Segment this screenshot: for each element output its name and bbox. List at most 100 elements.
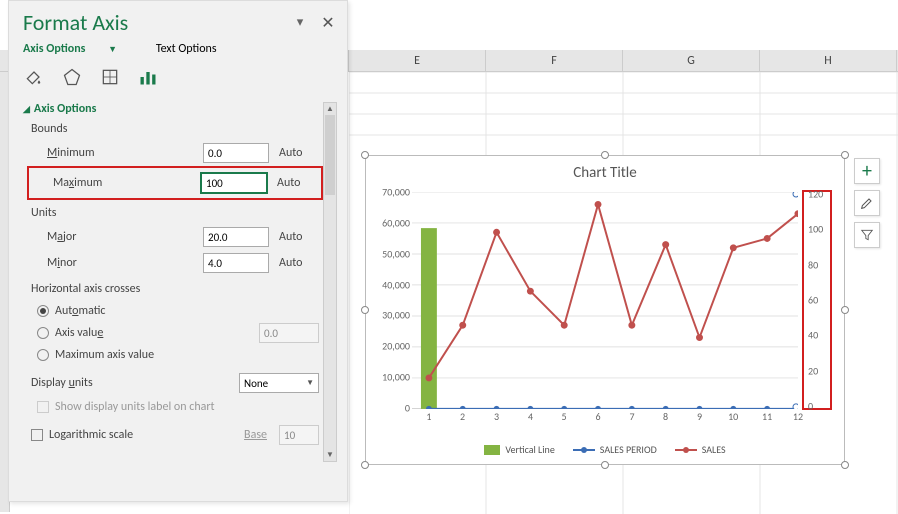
minimum-input[interactable]	[203, 143, 269, 163]
show-units-label-checkbox	[37, 401, 49, 413]
primary-y-axis[interactable]: 70,000 60,000 50,000 40,000 30,000 20,00…	[374, 192, 412, 408]
horizontal-crosses-label: Horizontal axis crosses	[31, 282, 319, 296]
section-axis-options[interactable]: ◢Axis Options	[23, 102, 319, 116]
ytick: 20,000	[382, 340, 410, 353]
xtick: 6	[596, 410, 601, 423]
secondary-y-axis[interactable]: 120 100 80 60 40 20 0	[806, 194, 828, 406]
major-input[interactable]	[203, 227, 269, 247]
axis-value-input	[259, 323, 319, 343]
chart-filters-button[interactable]	[854, 222, 880, 248]
ytick: 30,000	[382, 309, 410, 322]
ytick: 60,000	[382, 216, 410, 229]
effects-pentagon-icon[interactable]	[61, 66, 83, 88]
sales-period-series[interactable]	[426, 406, 798, 409]
resize-handle[interactable]	[601, 461, 609, 469]
minor-label: Minor	[47, 256, 203, 270]
chart-legend[interactable]: Vertical Line SALES PERIOD SALES	[366, 443, 844, 456]
ytick: 50,000	[382, 247, 410, 260]
resize-handle[interactable]	[601, 151, 609, 159]
col-G[interactable]: G	[623, 50, 760, 71]
col-F[interactable]: F	[486, 50, 623, 71]
ytick: 10,000	[382, 371, 410, 384]
radio-max-axis-value[interactable]	[37, 349, 49, 361]
resize-handle[interactable]	[361, 306, 369, 314]
legend-vertical-line[interactable]: Vertical Line	[484, 443, 554, 456]
x-axis[interactable]: 1 2 3 4 5 6 7 8 9 10 11 12	[412, 410, 798, 424]
radio-automatic-label: Automatic	[55, 304, 105, 318]
display-units-label: Display units	[31, 376, 239, 390]
ytick: 120	[808, 188, 823, 201]
show-units-label-text: Show display units label on chart	[55, 400, 215, 414]
xtick: 7	[629, 410, 634, 423]
pane-options-caret-icon[interactable]: ▾	[291, 14, 309, 32]
ytick: 70,000	[382, 186, 410, 199]
resize-handle[interactable]	[361, 151, 369, 159]
axis-options-barchart-icon[interactable]	[137, 66, 159, 88]
xtick: 8	[663, 410, 668, 423]
ytick: 60	[808, 294, 818, 307]
resize-handle[interactable]	[841, 306, 849, 314]
resize-handle[interactable]	[361, 461, 369, 469]
xtick: 4	[528, 410, 533, 423]
size-properties-icon[interactable]	[99, 66, 121, 88]
units-label: Units	[31, 206, 319, 220]
chart-title[interactable]: Chart Title	[366, 164, 844, 182]
scrollbar[interactable]: ▲ ▼	[323, 102, 337, 462]
xtick: 12	[793, 410, 803, 423]
close-icon[interactable]: ✕	[319, 14, 337, 32]
maximum-highlight: Maximum Auto	[27, 166, 323, 200]
minor-auto-button[interactable]: Auto	[279, 256, 319, 270]
xtick: 10	[728, 410, 738, 423]
base-input	[279, 425, 319, 445]
radio-axis-value-label: Axis value	[55, 326, 253, 340]
chart-object[interactable]: + Chart Title 70,000 60,000 50,000 40,00…	[365, 155, 845, 465]
base-label: Base	[244, 428, 267, 442]
chart-elements-button[interactable]: +	[854, 158, 880, 184]
bounds-label: Bounds	[31, 122, 319, 136]
xtick: 5	[562, 410, 567, 423]
display-units-select[interactable]: None▼	[239, 373, 319, 393]
ytick: 40,000	[382, 278, 410, 291]
scroll-up-icon[interactable]: ▲	[324, 103, 336, 115]
chart-styles-button[interactable]	[854, 190, 880, 216]
major-label: Major	[47, 230, 203, 244]
xtick: 2	[460, 410, 465, 423]
maximum-label: Maximum	[53, 176, 201, 190]
ytick: 40	[808, 329, 818, 342]
format-axis-pane: Format Axis ▾ ✕ Axis Options ▼ Text Opti…	[8, 0, 348, 502]
resize-handle[interactable]	[841, 461, 849, 469]
radio-axis-value[interactable]	[37, 327, 49, 339]
log-scale-checkbox[interactable]	[31, 429, 43, 441]
pane-subtabs: Axis Options ▼ Text Options	[23, 42, 337, 56]
ytick: 0	[405, 402, 410, 415]
plot-area[interactable]	[412, 192, 798, 409]
xtick: 11	[762, 410, 772, 423]
xtick: 9	[697, 410, 702, 423]
col-E[interactable]: E	[349, 50, 486, 71]
fill-paint-icon[interactable]	[23, 66, 45, 88]
tab-text-options[interactable]: Text Options	[156, 42, 217, 56]
maximum-auto-button[interactable]: Auto	[277, 176, 317, 190]
legend-sales-period[interactable]: SALES PERIOD	[573, 443, 657, 456]
vertical-line-bar[interactable]	[421, 228, 437, 409]
ytick: 100	[808, 223, 823, 236]
radio-max-axis-value-label: Maximum axis value	[55, 348, 154, 362]
scroll-thumb[interactable]	[325, 115, 335, 195]
minor-input[interactable]	[203, 253, 269, 273]
resize-handle[interactable]	[841, 151, 849, 159]
xtick: 1	[426, 410, 431, 423]
ytick: 20	[808, 364, 818, 377]
scroll-down-icon[interactable]: ▼	[324, 449, 336, 461]
sales-series[interactable]	[425, 201, 798, 381]
minimum-auto-button[interactable]: Auto	[279, 146, 319, 160]
maximum-input[interactable]	[201, 173, 267, 193]
radio-automatic[interactable]	[37, 305, 49, 317]
ytick: 0	[808, 400, 813, 413]
legend-sales[interactable]: SALES	[675, 443, 726, 456]
axis-selection-handles[interactable]	[793, 192, 798, 409]
tab-axis-options[interactable]: Axis Options ▼	[23, 42, 135, 56]
log-scale-label: Logarithmic scale	[49, 428, 238, 442]
major-auto-button[interactable]: Auto	[279, 230, 319, 244]
col-H[interactable]: H	[760, 50, 897, 71]
ytick: 80	[808, 258, 818, 271]
